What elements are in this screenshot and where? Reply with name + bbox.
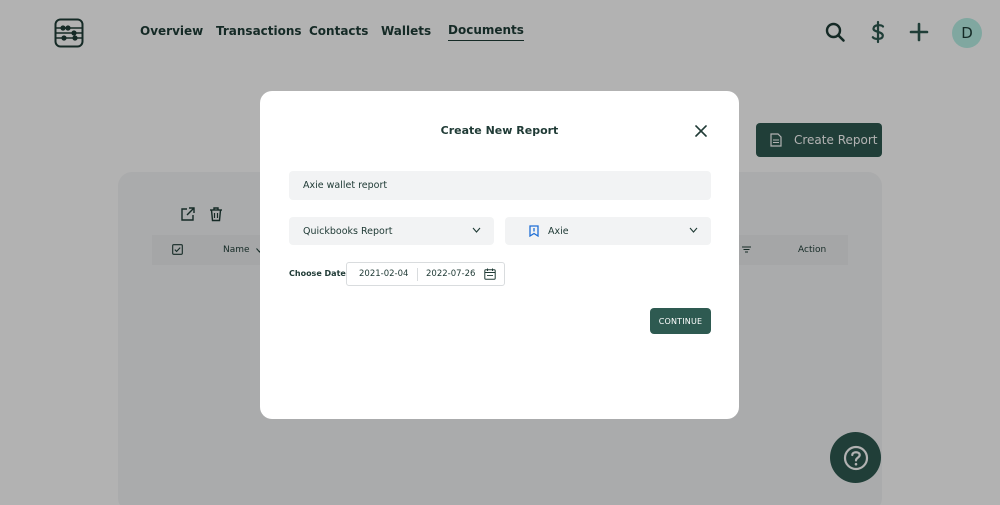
report-name-input[interactable]: Axie wallet report [289,171,711,200]
close-icon[interactable] [694,124,708,138]
continue-button[interactable]: CONTINUE [650,308,711,334]
report-type-select[interactable]: Quickbooks Report [289,217,494,245]
report-name-value: Axie wallet report [303,180,388,191]
create-report-modal: Create New Report Axie wallet report Qui… [260,91,739,419]
wallet-select[interactable]: Axie [505,217,711,245]
date-range-picker[interactable]: 2021-02-04 2022-07-26 [346,262,505,286]
end-date[interactable]: 2022-07-26 [426,269,475,279]
report-type-value: Quickbooks Report [303,225,393,237]
date-separator [417,268,418,281]
wallet-bookmark-icon [529,225,539,237]
start-date[interactable]: 2021-02-04 [359,269,408,279]
choose-date-label: Choose Date: [289,269,350,278]
modal-title: Create New Report [440,124,559,137]
chevron-down-icon [472,227,481,233]
chevron-down-icon [689,227,698,233]
calendar-icon[interactable] [484,268,496,280]
wallet-value: Axie [548,225,569,237]
